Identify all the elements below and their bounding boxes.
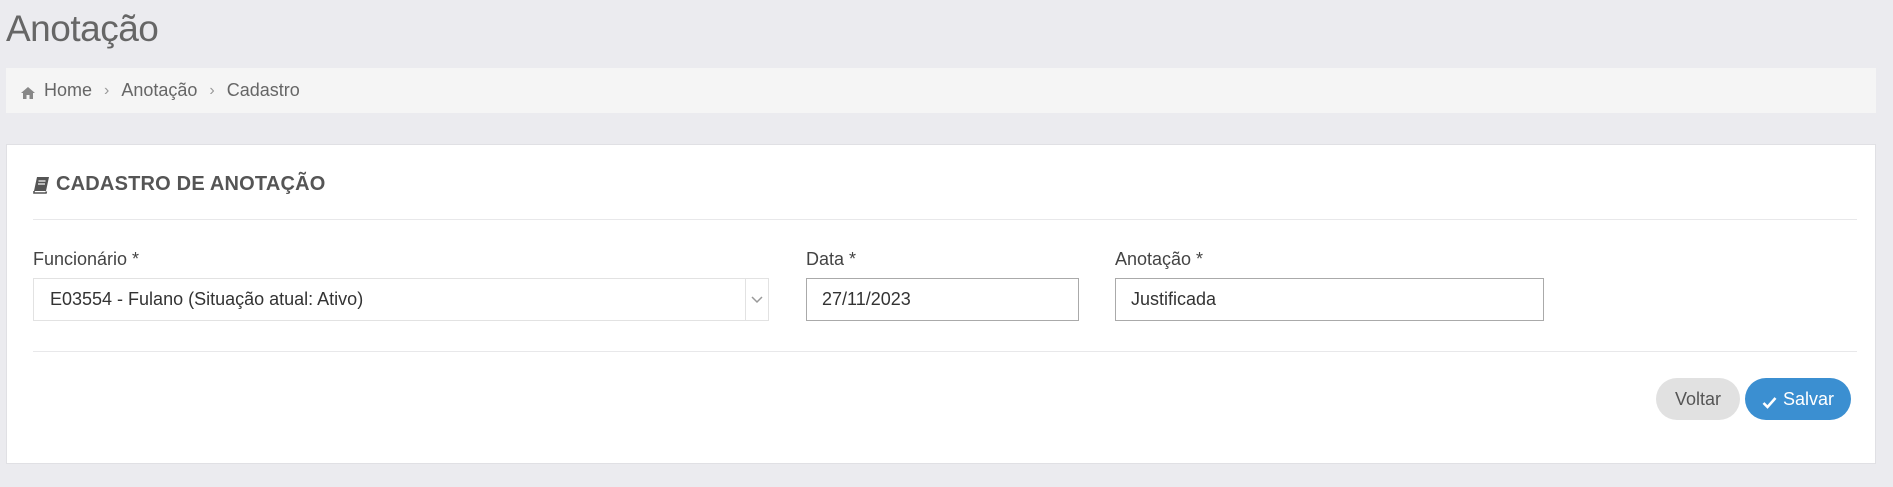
home-icon [20, 84, 36, 99]
data-label: Data * [806, 249, 857, 269]
chevron-down-icon[interactable] [745, 279, 768, 320]
book-icon [33, 176, 50, 194]
back-button[interactable]: Voltar [1656, 378, 1740, 420]
check-icon [1762, 393, 1777, 409]
page-title: Anotação [6, 8, 159, 49]
funcionario-label: Funcionário * [33, 249, 140, 269]
breadcrumb-separator-icon: › [104, 81, 110, 99]
back-button-label: Voltar [1674, 388, 1722, 409]
save-button-label: Salvar [1782, 388, 1835, 409]
card-title: CADASTRO DE ANOTAÇÃO [56, 173, 326, 195]
anotacao-field[interactable] [1115, 278, 1544, 321]
save-button[interactable]: Salvar [1745, 378, 1851, 420]
header-divider [33, 219, 1857, 220]
anotacao-label: Anotação * [1115, 249, 1204, 269]
breadcrumb: Home › Anotação › Cadastro [6, 68, 1876, 113]
breadcrumb-current: Cadastro [226, 80, 300, 100]
breadcrumb-home-link[interactable]: Home [44, 80, 92, 101]
breadcrumb-separator-icon: › [209, 81, 215, 99]
breadcrumb-anotacao-link[interactable]: Anotação [121, 80, 197, 101]
form-card: CADASTRO DE ANOTAÇÃO Funcionário * E0355… [6, 144, 1876, 464]
data-field[interactable] [806, 278, 1079, 321]
card-header: CADASTRO DE ANOTAÇÃO [33, 173, 326, 196]
funcionario-select[interactable]: E03554 - Fulano (Situação atual: Ativo) [33, 278, 769, 321]
footer-divider [33, 351, 1857, 352]
funcionario-selected-value: E03554 - Fulano (Situação atual: Ativo) [50, 289, 364, 309]
